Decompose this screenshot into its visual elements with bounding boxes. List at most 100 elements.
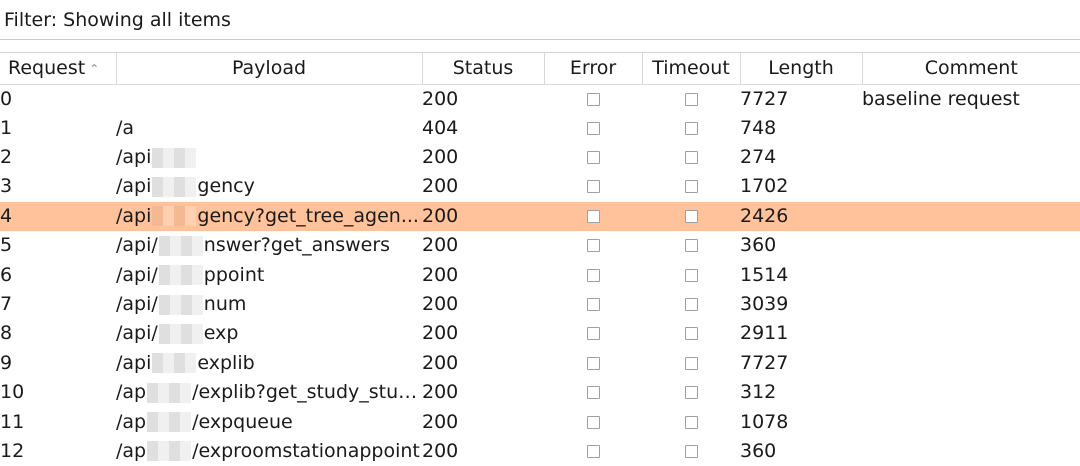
column-header-request-label: Request [8, 57, 86, 79]
payload-cell: /api/exp [116, 319, 422, 348]
payload-prefix: /api [116, 175, 152, 198]
comment-cell [862, 260, 1080, 289]
payload-cell: /api gency [116, 172, 422, 201]
status-cell: 200 [422, 146, 459, 169]
table-row[interactable]: 12/ap/exproomstationappoint 200 360 [0, 437, 1080, 466]
request-number-cell: 0 [0, 87, 13, 110]
error-cell [544, 319, 642, 348]
table-row[interactable]: 4/api gency?get_tree_agen... 200 2426 [0, 201, 1080, 232]
status-cell: 404 [422, 116, 459, 139]
filter-bar[interactable]: Filter: Showing all items [0, 0, 1080, 40]
payload-cell: /api/ppoint [116, 260, 422, 289]
timeout-checkbox [684, 415, 698, 429]
payload-cell: /api/nswer?get_answers [116, 231, 422, 260]
table-row[interactable]: 7/api/num 200 3039 [0, 290, 1080, 319]
payload-cell: /api gency?get_tree_agen... [116, 201, 422, 232]
table-row[interactable]: 1/a 404 748 [0, 114, 1080, 143]
payload-cell: /ap/exproomstationappoint [116, 437, 422, 466]
column-header-status[interactable]: Status [422, 53, 545, 85]
payload-cell: /api explib [116, 349, 422, 378]
error-checkbox [586, 356, 600, 370]
comment-cell [862, 201, 1080, 232]
column-header-payload[interactable]: Payload [116, 53, 423, 85]
redacted-blur [158, 323, 203, 344]
timeout-cell [642, 143, 740, 172]
length-cell: 1078 [740, 410, 789, 433]
request-number-cell: 8 [0, 322, 13, 345]
comment-cell [862, 143, 1080, 172]
request-number-cell: 7 [0, 293, 13, 316]
payload-prefix: /ap [116, 381, 147, 404]
request-number-cell: 10 [0, 381, 25, 404]
timeout-cell [642, 114, 740, 143]
length-cell: 2911 [740, 322, 789, 345]
error-checkbox [586, 239, 600, 253]
status-cell: 200 [422, 175, 459, 198]
table-row[interactable]: 6/api/ppoint 200 1514 [0, 260, 1080, 289]
error-checkbox [586, 268, 600, 282]
payload-prefix: /ap [116, 439, 147, 462]
status-cell: 200 [422, 87, 459, 110]
payload-cell: /api/num [116, 290, 422, 319]
length-cell: 360 [740, 439, 777, 462]
status-cell: 200 [422, 381, 459, 404]
table-row[interactable]: 8/api/exp 200 2911 [0, 319, 1080, 348]
status-cell: 200 [422, 439, 459, 462]
column-header-comment[interactable]: Comment [862, 53, 1080, 85]
timeout-checkbox [684, 180, 698, 194]
payload-suffix: nswer?get_answers [203, 234, 391, 257]
table-row[interactable]: 2/api 200 274 [0, 143, 1080, 172]
status-cell: 200 [422, 351, 459, 374]
table-body: 0 200 7727 baseline request 1/a 404 748 2/api 20… [0, 84, 1080, 466]
timeout-cell [642, 231, 740, 260]
redacted-blur [147, 382, 192, 403]
timeout-cell [642, 378, 740, 407]
timeout-cell [642, 319, 740, 348]
comment-cell [862, 378, 1080, 407]
column-header-timeout[interactable]: Timeout [642, 53, 741, 85]
timeout-checkbox [684, 239, 698, 253]
payload-prefix: /api [116, 351, 152, 374]
error-cell [544, 143, 642, 172]
status-cell: 200 [422, 410, 459, 433]
payload-suffix: explib [197, 351, 255, 374]
timeout-checkbox [684, 121, 698, 135]
table-header-row: Request ⌃ Payload Status Error Timeout Le… [0, 53, 1080, 85]
table-row[interactable]: 0 200 7727 baseline request [0, 84, 1080, 114]
payload-prefix: /a [116, 116, 135, 139]
table-row[interactable]: 5/api/nswer?get_answers 200 360 [0, 231, 1080, 260]
timeout-checkbox [684, 209, 698, 223]
comment-cell: baseline request [862, 87, 1020, 110]
timeout-cell [642, 84, 740, 114]
timeout-cell [642, 437, 740, 466]
length-cell: 1514 [740, 263, 789, 286]
table-row[interactable]: 9/api explib 200 7727 [0, 349, 1080, 378]
payload-suffix: /expqueue [192, 410, 293, 433]
table-row[interactable]: 11/ap/expqueue 200 1078 [0, 407, 1080, 436]
redacted-blur [152, 176, 197, 197]
length-cell: 2426 [740, 201, 862, 232]
error-cell [544, 84, 642, 114]
column-header-length[interactable]: Length [740, 53, 863, 85]
column-header-request[interactable]: Request ⌃ [0, 53, 117, 85]
timeout-cell [642, 260, 740, 289]
table-row[interactable]: 3/api gency 200 1702 [0, 172, 1080, 201]
request-number-cell: 11 [0, 410, 25, 433]
comment-cell [862, 319, 1080, 348]
payload-cell: /ap/explib?get_study_stud... [116, 378, 422, 407]
status-cell: 200 [422, 263, 459, 286]
table-row[interactable]: 10/ap/explib?get_study_stud... 200 312 [0, 378, 1080, 407]
redacted-blur [158, 265, 203, 286]
toolbar-spacer [0, 40, 1080, 53]
length-cell: 3039 [740, 293, 789, 316]
error-checkbox [586, 327, 600, 341]
payload-prefix: /api/ [116, 293, 158, 316]
length-cell: 1702 [740, 175, 789, 198]
error-cell [544, 290, 642, 319]
timeout-checkbox [684, 92, 698, 106]
request-number-cell: 12 [0, 439, 25, 462]
error-cell [544, 114, 642, 143]
column-header-error[interactable]: Error [544, 53, 643, 85]
length-cell: 748 [740, 116, 777, 139]
error-cell [544, 378, 642, 407]
